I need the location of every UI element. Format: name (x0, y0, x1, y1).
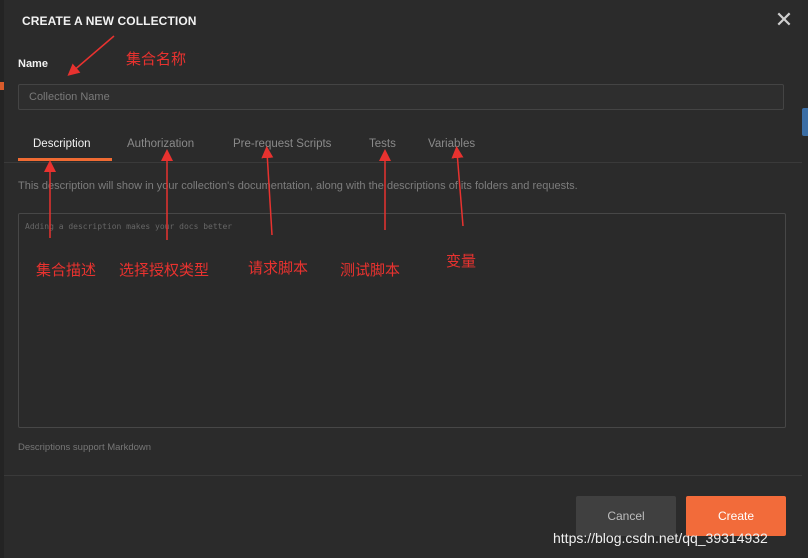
active-tab-indicator (18, 158, 112, 161)
markdown-support-note: Descriptions support Markdown (18, 442, 152, 453)
description-textarea[interactable] (18, 213, 786, 428)
tab-tests[interactable]: Tests (369, 130, 396, 160)
footer-divider (4, 475, 802, 476)
annotation-tests: 测试脚本 (340, 261, 401, 279)
close-icon[interactable]: ✕ (773, 10, 795, 32)
name-label: Name (18, 58, 48, 70)
tab-variables[interactable]: Variables (428, 130, 475, 160)
tab-authorization[interactable]: Authorization (127, 130, 194, 160)
background-blue-button-edge (802, 108, 808, 136)
annotation-prerequest: 请求脚本 (248, 259, 309, 277)
dialog-title: CREATE A NEW COLLECTION (22, 14, 197, 28)
description-hint: This description will show in your colle… (18, 180, 578, 192)
annotation-variables: 变量 (446, 252, 477, 270)
watermark-text: https://blog.csdn.net/qq_39314932 (553, 530, 768, 546)
tabs-divider (4, 162, 802, 163)
tab-description[interactable]: Description (33, 130, 91, 160)
annotation-authorization: 选择授权类型 (119, 261, 210, 279)
tab-pre-request-scripts[interactable]: Pre-request Scripts (233, 130, 331, 160)
annotation-name: 集合名称 (126, 50, 187, 68)
annotation-description: 集合描述 (36, 261, 97, 279)
collection-name-input[interactable] (18, 84, 784, 110)
